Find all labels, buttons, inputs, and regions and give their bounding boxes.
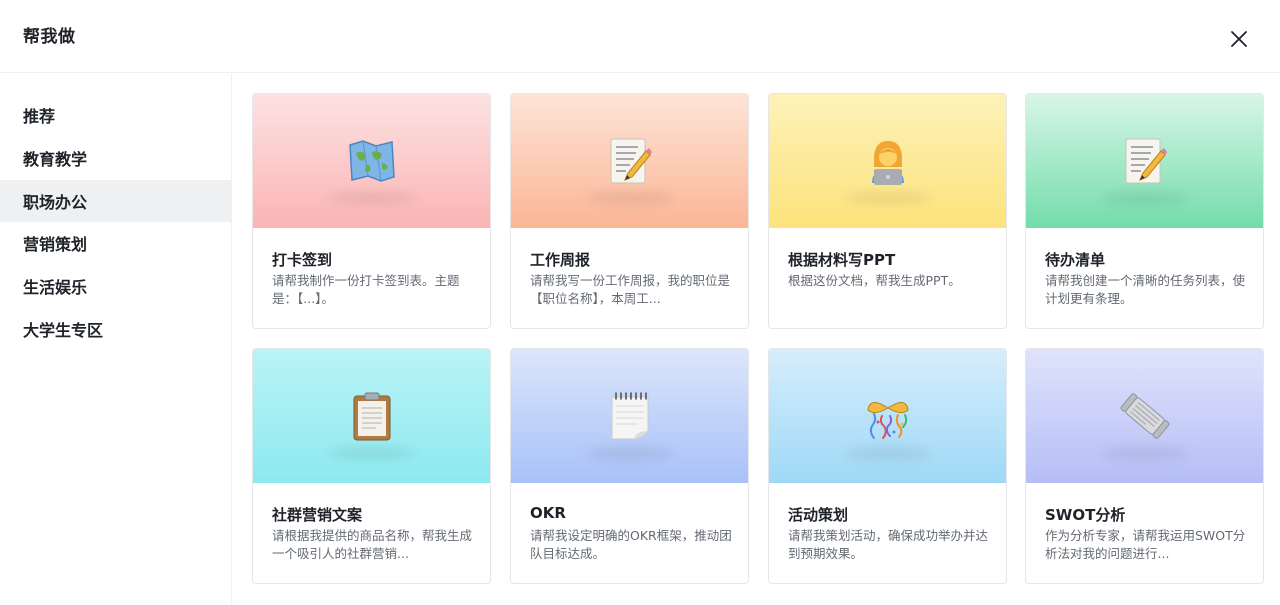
- template-card-todo[interactable]: 待办清单 请帮我创建一个清晰的任务列表，使计划更有条理。: [1025, 93, 1264, 329]
- card-banner: [769, 349, 1006, 483]
- template-card-okr[interactable]: OKR 请帮我设定明确的OKR框架，推动团队目标达成。: [510, 348, 749, 584]
- template-card-event-planning[interactable]: 活动策划 请帮我策划活动，确保成功举办并达到预期效果。: [768, 348, 1007, 584]
- card-description: 请帮我设定明确的OKR框架，推动团队目标达成。: [530, 528, 732, 561]
- woman-laptop-icon: [871, 141, 904, 185]
- sidebar-item-college[interactable]: 大学生专区: [0, 308, 232, 350]
- card-banner: [1026, 349, 1263, 483]
- sidebar-item-label: 教育教学: [23, 150, 88, 169]
- sidebar-item-label: 推荐: [23, 107, 56, 126]
- template-card-ppt[interactable]: 根据材料写PPT 根据这份文档，帮我生成PPT。: [768, 93, 1007, 329]
- card-title: 社群营销文案: [272, 506, 363, 524]
- sidebar-item-label: 生活娱乐: [23, 278, 88, 297]
- rolled-newspaper-icon: [1120, 393, 1169, 439]
- confetti-ball-icon: [866, 402, 909, 439]
- template-card-checkin[interactable]: 打卡签到 请帮我制作一份打卡签到表。主题是：【...】。: [252, 93, 491, 329]
- sidebar-item-office[interactable]: 职场办公: [0, 180, 232, 222]
- card-banner: [769, 94, 1006, 228]
- sidebar-item-label: 营销策划: [23, 235, 88, 254]
- template-card-community-marketing[interactable]: 社群营销文案 请根据我提供的商品名称，帮我生成一个吸引人的社群营销...: [252, 348, 491, 584]
- template-card-weekly-report[interactable]: 工作周报 请帮我写一份工作周报，我的职位是【职位名称】，本周工...: [510, 93, 749, 329]
- category-sidebar: 推荐 教育教学 职场办公 营销策划 生活娱乐 大学生专区: [0, 74, 232, 605]
- card-title: 根据材料写PPT: [788, 251, 896, 269]
- card-title: 活动策划: [788, 506, 849, 524]
- sidebar-item-recommend[interactable]: 推荐: [0, 94, 232, 136]
- card-description: 请帮我写一份工作周报，我的职位是【职位名称】，本周工...: [530, 273, 731, 306]
- close-button[interactable]: [1224, 24, 1254, 54]
- sidebar-item-education[interactable]: 教育教学: [0, 137, 232, 179]
- card-banner: [253, 94, 490, 228]
- card-description: 根据这份文档，帮我生成PPT。: [788, 273, 961, 288]
- card-banner: [511, 94, 748, 228]
- card-description: 作为分析专家，请帮我运用SWOT分析法对我的问题进行...: [1045, 528, 1246, 561]
- world-map-icon: [348, 140, 395, 182]
- card-title: OKR: [530, 504, 566, 522]
- dialog-header: 帮我做: [0, 0, 1280, 73]
- card-description: 请帮我制作一份打卡签到表。主题是：【...】。: [272, 273, 460, 306]
- dialog-title: 帮我做: [23, 27, 76, 47]
- sidebar-item-label: 大学生专区: [23, 321, 104, 340]
- card-description: 请根据我提供的商品名称，帮我生成一个吸引人的社群营销...: [272, 528, 473, 561]
- close-icon: [1231, 31, 1247, 47]
- card-banner: [253, 349, 490, 483]
- memo-pencil-icon: [610, 138, 652, 184]
- sidebar-item-lifestyle[interactable]: 生活娱乐: [0, 265, 232, 307]
- clipboard-icon: [353, 392, 390, 441]
- sidebar-item-label: 职场办公: [23, 193, 88, 212]
- card-title: 待办清单: [1045, 251, 1106, 269]
- card-title: 工作周报: [530, 251, 591, 269]
- memo-pencil-icon: [1125, 138, 1167, 184]
- spiral-notepad-icon: [611, 392, 648, 440]
- card-banner: [1026, 94, 1263, 228]
- card-title: SWOT分析: [1045, 506, 1126, 524]
- card-title: 打卡签到: [272, 251, 333, 269]
- sidebar-item-marketing[interactable]: 营销策划: [0, 222, 232, 264]
- card-banner: [511, 349, 748, 483]
- card-description: 请帮我策划活动，确保成功举办并达到预期效果。: [788, 528, 989, 561]
- card-description: 请帮我创建一个清晰的任务列表，使计划更有条理。: [1045, 273, 1246, 306]
- template-card-swot[interactable]: SWOT分析 作为分析专家，请帮我运用SWOT分析法对我的问题进行...: [1025, 348, 1264, 584]
